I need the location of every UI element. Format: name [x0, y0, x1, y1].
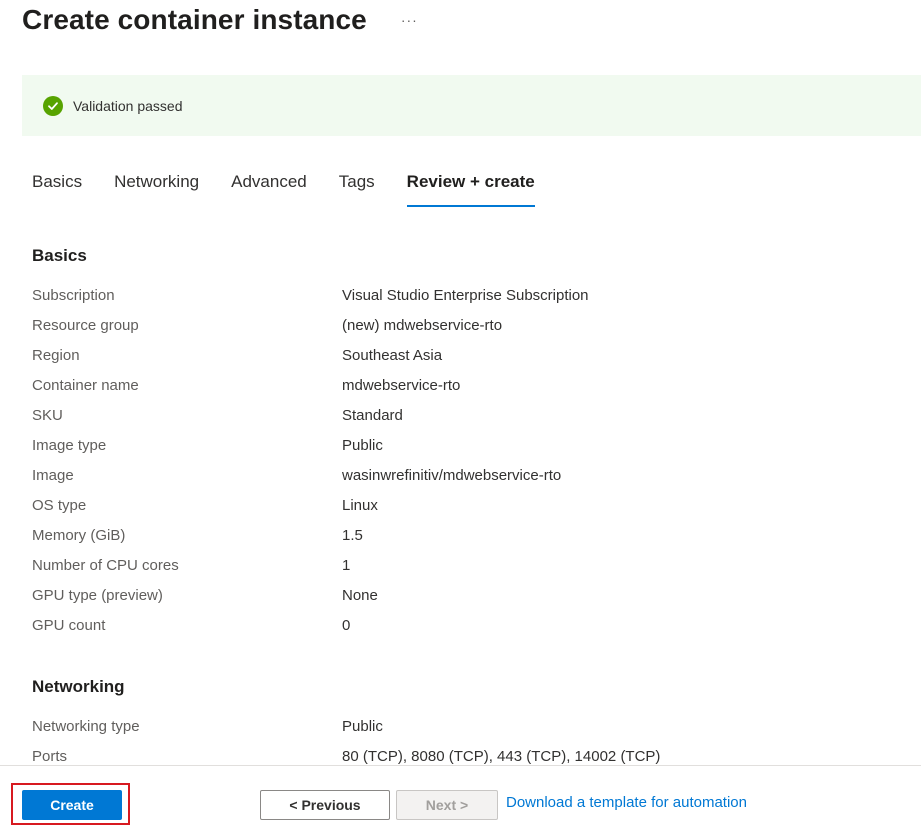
summary-row: GPU type (preview) None [32, 580, 902, 610]
summary-row: OS type Linux [32, 490, 902, 520]
section-title-basics: Basics [32, 246, 87, 265]
summary-key: Number of CPU cores [32, 556, 179, 574]
summary-row: Number of CPU cores 1 [32, 550, 902, 580]
title-row: Create container instance ··· [22, 4, 422, 36]
next-button[interactable]: Next > [396, 790, 498, 820]
download-template-link[interactable]: Download a template for automation [506, 794, 747, 811]
summary-value: Public [342, 717, 383, 735]
summary-key: Resource group [32, 316, 139, 334]
summary-row: Image wasinwrefinitiv/mdwebservice-rto [32, 460, 902, 490]
summary-key: Image type [32, 436, 107, 454]
previous-button[interactable]: < Previous [260, 790, 390, 820]
summary-row: Container name mdwebservice-rto [32, 370, 902, 400]
tab-bar: Basics Networking Advanced Tags Review +… [32, 172, 567, 208]
create-button[interactable]: Create [22, 790, 122, 820]
summary-value: 80 (TCP), 8080 (TCP), 443 (TCP), 14002 (… [342, 747, 661, 765]
summary-key: Memory (GiB) [32, 526, 126, 544]
page: Create container instance ··· Validation… [0, 0, 921, 834]
summary-value: Southeast Asia [342, 346, 443, 364]
summary-row: Region Southeast Asia [32, 340, 902, 370]
summary-key: Image [32, 466, 74, 484]
summary-row: Image type Public [32, 430, 902, 460]
summary-value: wasinwrefinitiv/mdwebservice-rto [342, 466, 562, 484]
summary-value: Linux [342, 496, 378, 514]
tab-basics[interactable]: Basics [32, 172, 82, 205]
summary-key: SKU [32, 406, 63, 424]
summary-value: 1 [342, 556, 351, 574]
summary-row: GPU count 0 [32, 610, 902, 640]
summary-value: Standard [342, 406, 403, 424]
summary-row: Networking type Public [32, 711, 902, 741]
check-circle-icon [43, 95, 63, 116]
summary-key: OS type [32, 496, 87, 514]
summary-key: Networking type [32, 717, 140, 735]
summary-value: 1.5 [342, 526, 363, 544]
summary-value: Public [342, 436, 383, 454]
tab-tags[interactable]: Tags [339, 172, 375, 205]
summary-row: Resource group (new) mdwebservice-rto [32, 310, 902, 340]
section-title-networking: Networking [32, 677, 125, 696]
validation-message: Validation passed [73, 97, 183, 114]
summary-row: Memory (GiB) 1.5 [32, 520, 902, 550]
tab-advanced[interactable]: Advanced [231, 172, 307, 205]
summary-value: None [342, 586, 378, 604]
summary-key: Container name [32, 376, 139, 394]
summary-value: mdwebservice-rto [342, 376, 461, 394]
summary-key: GPU type (preview) [32, 586, 163, 604]
tab-review-create[interactable]: Review + create [406, 172, 535, 207]
summary-value: Visual Studio Enterprise Subscription [342, 286, 589, 304]
summary-row: Subscription Visual Studio Enterprise Su… [32, 280, 902, 310]
summary-value: (new) mdwebservice-rto [342, 316, 503, 334]
summary-key: GPU count [32, 616, 106, 634]
summary-row: SKU Standard [32, 400, 902, 430]
page-title: Create container instance [22, 4, 367, 35]
summary-key: Ports [32, 747, 68, 765]
summary-key: Subscription [32, 286, 115, 304]
summary-value: 0 [342, 616, 351, 634]
validation-banner: Validation passed [22, 75, 921, 136]
more-options-button[interactable]: ··· [397, 12, 422, 28]
summary-key: Region [32, 346, 80, 364]
tab-networking[interactable]: Networking [114, 172, 199, 205]
